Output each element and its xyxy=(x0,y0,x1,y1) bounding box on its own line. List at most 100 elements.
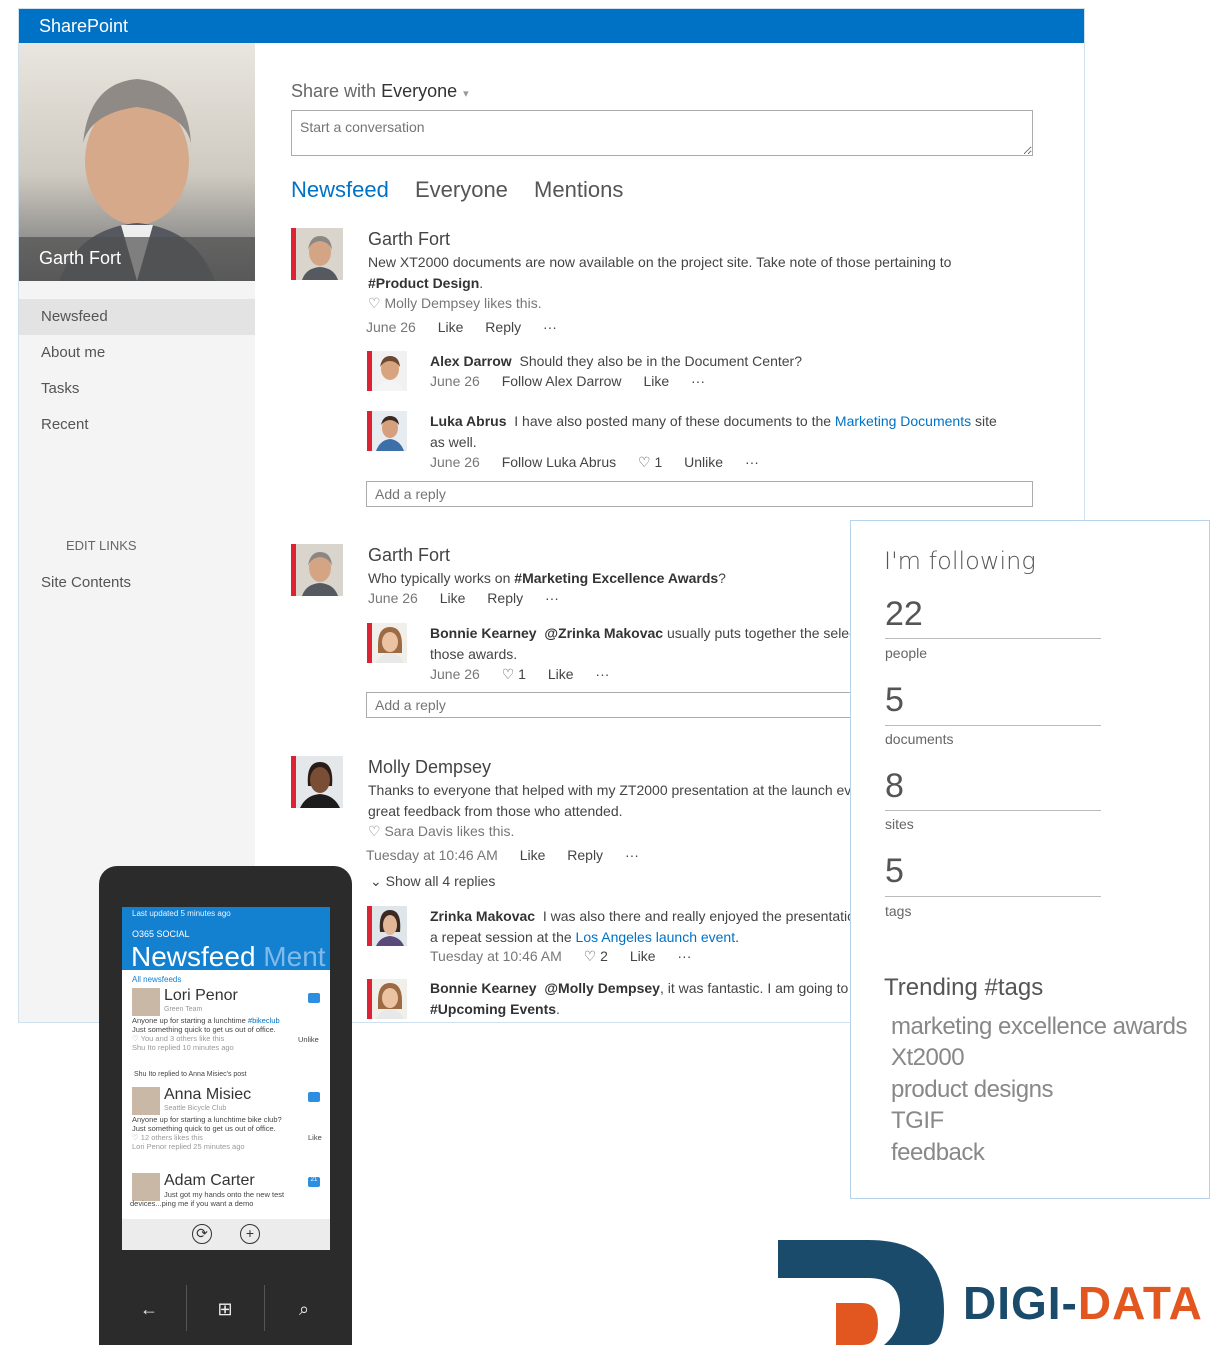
profile-photo[interactable]: Garth Fort xyxy=(19,43,255,281)
reply-author[interactable]: Alex Darrow xyxy=(430,353,512,369)
comment-icon[interactable] xyxy=(308,1092,320,1102)
hashtag-link[interactable]: #Marketing Excellence Awards xyxy=(514,570,718,586)
avatar[interactable] xyxy=(291,544,343,596)
reply-meta: June 26 Follow Luka Abrus ♡ 1 Unlike ··· xyxy=(430,454,777,471)
hashtag-link[interactable]: #Product Design xyxy=(368,275,479,291)
event-link[interactable]: Los Angeles launch event xyxy=(576,929,736,945)
comment-count-badge[interactable]: 21 xyxy=(308,1177,320,1187)
stat-tags-label[interactable]: tags xyxy=(885,903,911,919)
sync-icon[interactable]: ⟳ xyxy=(192,1224,212,1244)
avatar[interactable] xyxy=(367,351,407,391)
stat-documents-count[interactable]: 5 xyxy=(885,681,904,720)
avatar[interactable] xyxy=(367,411,407,451)
avatar[interactable] xyxy=(291,756,343,808)
reply-input[interactable] xyxy=(366,481,1033,507)
stat-tags-count[interactable]: 5 xyxy=(885,852,904,891)
more-icon[interactable]: ··· xyxy=(545,590,559,606)
reply-text: Bonnie Kearney @Molly Dempsey, it was fa… xyxy=(430,980,849,1017)
avatar[interactable] xyxy=(367,623,407,663)
avatar[interactable] xyxy=(367,979,407,1019)
stat-sites-label[interactable]: sites xyxy=(885,816,914,832)
trending-tag[interactable]: feedback xyxy=(891,1139,985,1167)
mention-link[interactable]: @Molly Dempsey xyxy=(544,980,660,996)
reply-button[interactable]: Reply xyxy=(567,847,603,863)
phone-tab-next[interactable]: Ment xyxy=(263,941,325,972)
tab-newsfeed[interactable]: Newsfeed xyxy=(291,177,389,203)
trending-tag[interactable]: TGIF xyxy=(891,1107,944,1135)
like-button[interactable]: Like xyxy=(643,373,669,389)
reply-meta: June 26 Follow Alex Darrow Like ··· xyxy=(430,373,723,389)
phone-item-name[interactable]: Adam Carter xyxy=(164,1172,255,1190)
like-button[interactable]: Like xyxy=(438,319,464,335)
trending-tag[interactable]: marketing excellence awards xyxy=(891,1013,1187,1041)
brand-link[interactable]: SharePoint xyxy=(39,16,128,37)
windows-start-icon[interactable]: ⊞ xyxy=(195,1299,255,1320)
tab-everyone[interactable]: Everyone xyxy=(415,177,508,203)
nav-item-newsfeed[interactable]: Newsfeed xyxy=(19,299,255,335)
reply-author[interactable]: Zrinka Makovac xyxy=(430,908,535,924)
reply-meta: Tuesday at 10:46 AM ♡ 2 Like ··· xyxy=(430,948,709,965)
share-audience-dropdown[interactable]: Everyone xyxy=(381,81,457,101)
comment-icon[interactable] xyxy=(308,993,320,1003)
profile-name[interactable]: Garth Fort xyxy=(39,248,121,269)
follow-button[interactable]: Follow Luka Abrus xyxy=(502,454,616,470)
more-icon[interactable]: ··· xyxy=(691,373,705,389)
likes-line[interactable]: ♡ Sara Davis likes this. xyxy=(368,823,514,840)
nav-item-about-me[interactable]: About me xyxy=(19,335,255,371)
post-author[interactable]: Garth Fort xyxy=(368,545,450,566)
like-button[interactable]: Like xyxy=(308,1133,322,1142)
like-button[interactable]: Like xyxy=(548,666,574,682)
follow-button[interactable]: Follow Alex Darrow xyxy=(502,373,622,389)
share-with: Share with Everyone ▾ xyxy=(291,81,469,102)
phone-tab-newsfeed[interactable]: Newsfeed xyxy=(131,941,256,972)
search-icon[interactable]: ⌕ xyxy=(274,1299,334,1320)
more-icon[interactable]: ··· xyxy=(745,454,759,470)
post-author[interactable]: Garth Fort xyxy=(368,229,450,250)
nav-item-tasks[interactable]: Tasks xyxy=(19,371,255,407)
mention-link[interactable]: @Zrinka Makovac xyxy=(544,625,663,641)
reply-author[interactable]: Bonnie Kearney xyxy=(430,980,537,996)
like-button[interactable]: Like xyxy=(630,948,656,964)
stat-sites-count[interactable]: 8 xyxy=(885,767,904,806)
reply-author[interactable]: Bonnie Kearney xyxy=(430,625,537,641)
site-link[interactable]: Marketing Documents xyxy=(835,413,971,429)
following-title: I'm following xyxy=(884,547,1036,575)
phone-all-newsfeeds[interactable]: All newsfeeds xyxy=(132,975,181,984)
add-icon[interactable]: + xyxy=(240,1224,260,1244)
unlike-button[interactable]: Unlike xyxy=(298,1035,319,1044)
trending-tag[interactable]: product designs xyxy=(891,1076,1053,1104)
feed-tabs: Newsfeed Everyone Mentions xyxy=(291,177,643,203)
avatar[interactable] xyxy=(367,906,407,946)
more-icon[interactable]: ··· xyxy=(625,847,639,863)
phone-item-name[interactable]: Anna Misiec xyxy=(164,1086,251,1104)
more-icon[interactable]: ··· xyxy=(543,319,557,335)
tab-mentions[interactable]: Mentions xyxy=(534,177,623,203)
unlike-button[interactable]: Unlike xyxy=(684,454,723,470)
likes-line[interactable]: ♡ Molly Dempsey likes this. xyxy=(368,295,542,312)
hashtag-link[interactable]: #Upcoming Events xyxy=(430,1001,556,1017)
more-icon[interactable]: ··· xyxy=(677,948,691,964)
post-author[interactable]: Molly Dempsey xyxy=(368,757,491,778)
back-icon[interactable]: ← xyxy=(119,1299,179,1320)
stat-documents-label[interactable]: documents xyxy=(885,731,953,747)
reply-button[interactable]: Reply xyxy=(487,590,523,606)
phone-item-name[interactable]: Lori Penor xyxy=(164,987,238,1005)
avatar[interactable] xyxy=(291,228,343,280)
reply-button[interactable]: Reply xyxy=(485,319,521,335)
show-all-replies[interactable]: ⌄ Show all 4 replies xyxy=(370,873,495,890)
like-button[interactable]: Like xyxy=(440,590,466,606)
reply-author[interactable]: Luka Abrus xyxy=(430,413,507,429)
avatar[interactable] xyxy=(132,1087,160,1115)
like-button[interactable]: Like xyxy=(520,847,546,863)
more-icon[interactable]: ··· xyxy=(595,666,609,682)
edit-links[interactable]: EDIT LINKS xyxy=(66,538,137,553)
conversation-input[interactable] xyxy=(291,110,1033,156)
post-text: Thanks to everyone that helped with my Z… xyxy=(368,782,850,819)
chevron-down-icon[interactable]: ▾ xyxy=(463,88,469,100)
stat-people-label[interactable]: people xyxy=(885,645,927,661)
stat-people-count[interactable]: 22 xyxy=(885,595,923,634)
nav-item-recent[interactable]: Recent xyxy=(19,407,255,443)
avatar[interactable] xyxy=(132,988,160,1016)
trending-tag[interactable]: Xt2000 xyxy=(891,1044,965,1072)
site-contents-link[interactable]: Site Contents xyxy=(41,574,131,591)
